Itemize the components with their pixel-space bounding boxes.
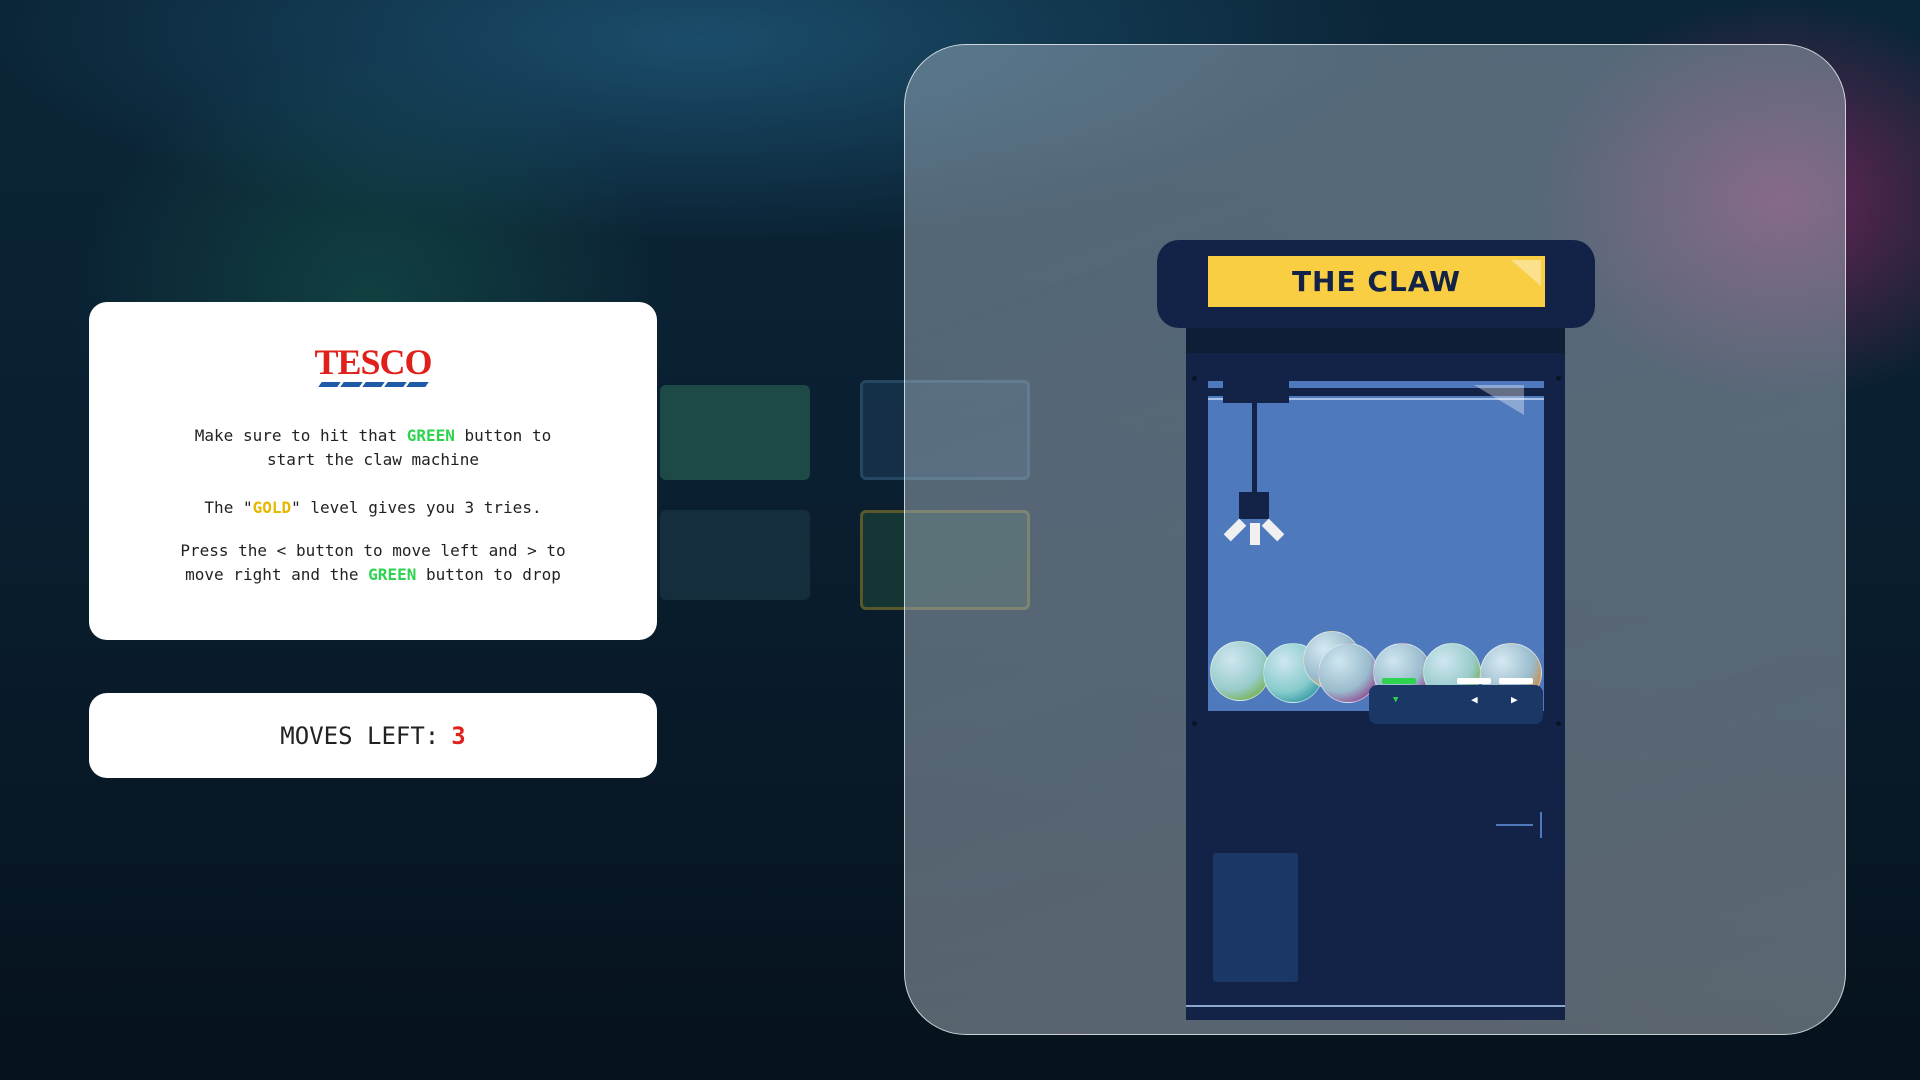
background-arcade-screen — [660, 385, 810, 480]
screw — [1556, 376, 1561, 381]
moves-left-label: MOVES LEFT: — [280, 721, 440, 750]
text: start the claw machine — [267, 450, 479, 469]
tesco-logo: TESCO — [89, 344, 657, 387]
instructions-card: TESCO Make sure to hit that GREEN button… — [89, 302, 657, 640]
claw-finger-left — [1223, 518, 1247, 542]
background-arcade-screen — [660, 510, 810, 600]
green-highlight: GREEN — [406, 426, 455, 445]
claw-head — [1239, 492, 1269, 519]
right-arrow-icon[interactable]: ▶ — [1511, 693, 1518, 706]
logo-text: TESCO — [314, 342, 432, 382]
screw — [1192, 721, 1197, 726]
move-right-button[interactable] — [1499, 678, 1533, 684]
machine-band — [1186, 328, 1565, 353]
text: Press the < button to move left and > to — [180, 541, 566, 560]
claw-carriage — [1223, 381, 1289, 403]
move-left-button[interactable] — [1457, 678, 1491, 684]
green-highlight: GREEN — [368, 565, 417, 584]
coin-slot-edge — [1540, 812, 1542, 838]
text: Make sure to hit that — [194, 426, 407, 445]
text: " level gives you 3 tries. — [291, 498, 542, 517]
moves-left-card: MOVES LEFT: 3 — [89, 693, 657, 778]
machine-base-line — [1186, 1005, 1565, 1007]
instruction-controls: Press the < button to move left and > to… — [129, 539, 617, 587]
text: The " — [204, 498, 253, 517]
green-drop-button[interactable] — [1382, 678, 1416, 684]
prize-door — [1213, 853, 1298, 982]
text: button to — [454, 426, 552, 445]
glass-glare — [1474, 385, 1524, 415]
logo-stripes — [89, 382, 657, 387]
text: move right and the — [185, 565, 369, 584]
claw-finger-middle — [1250, 523, 1260, 545]
screw — [1556, 721, 1561, 726]
text: button to drop — [416, 565, 561, 584]
claw-cable — [1252, 403, 1257, 493]
gold-highlight: GOLD — [252, 498, 292, 517]
instruction-start: Make sure to hit that GREEN button to st… — [129, 424, 617, 472]
coin-slot — [1496, 824, 1533, 826]
drop-arrow-icon[interactable]: ▼ — [1393, 695, 1398, 705]
instruction-gold: The "GOLD" level gives you 3 tries. — [129, 496, 617, 520]
claw-finger-right — [1261, 518, 1285, 542]
prize-ball — [1210, 641, 1270, 701]
moves-left-value: 3 — [451, 721, 466, 750]
machine-title: THE CLAW — [1291, 265, 1462, 298]
left-arrow-icon[interactable]: ◀ — [1471, 693, 1478, 706]
screw — [1192, 376, 1197, 381]
machine-title-sign: THE CLAW — [1208, 256, 1545, 307]
claw-window — [1208, 381, 1544, 711]
